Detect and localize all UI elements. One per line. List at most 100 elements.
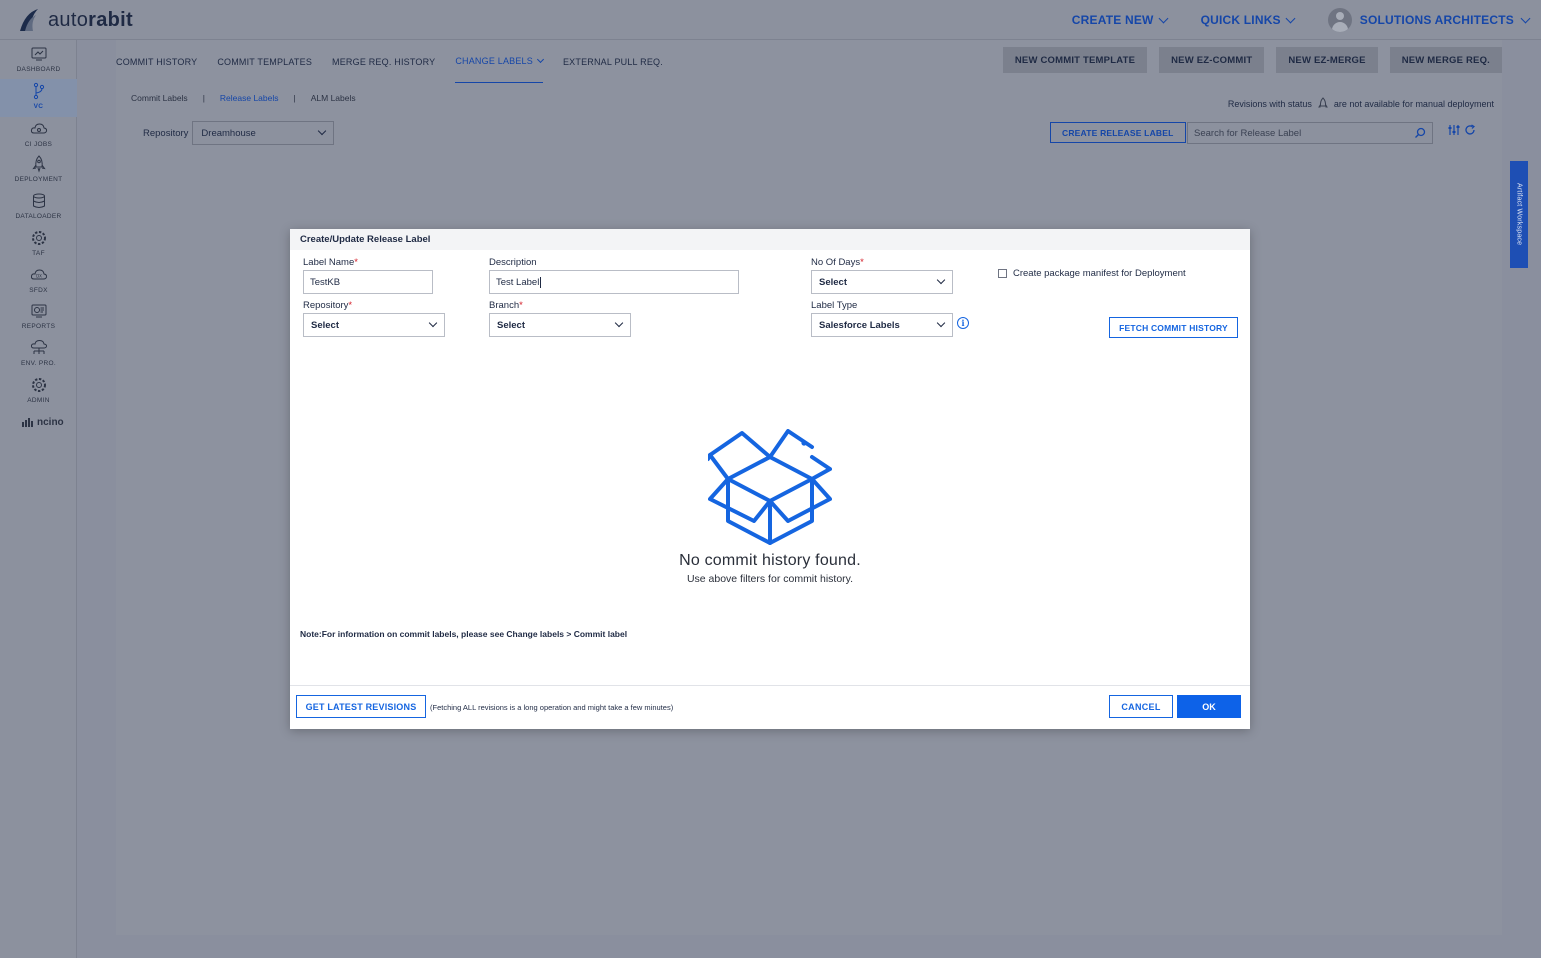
dashboard-icon xyxy=(31,47,46,61)
repository-filter-label: Repository xyxy=(143,127,189,139)
repository-filter: Repository Dreamhouse xyxy=(143,121,335,145)
tab-commit-history[interactable]: COMMIT HISTORY xyxy=(116,40,197,83)
sidebar-item-label: DEPLOYMENT xyxy=(14,176,63,183)
sidebar-item-env-pro[interactable]: ENV. PRO. xyxy=(0,339,77,375)
description-input[interactable]: Test Label xyxy=(489,270,739,294)
create-new-menu[interactable]: CREATE NEW xyxy=(1071,13,1169,27)
no-of-days-select[interactable]: Select xyxy=(811,270,953,294)
cancel-button[interactable]: CANCEL xyxy=(1109,695,1173,718)
sidebar-item-deployment[interactable]: DEPLOYMENT xyxy=(0,155,77,191)
label-name-label: Label Name* xyxy=(303,257,358,268)
chevron-down-icon xyxy=(1285,13,1296,23)
repository-dialog-select[interactable]: Select xyxy=(303,313,445,337)
quick-links-menu[interactable]: QUICK LINKS xyxy=(1201,13,1296,27)
ncino-label: ncino xyxy=(37,417,64,428)
sidebar-item-admin[interactable]: ADMIN xyxy=(0,376,77,412)
sidebar-item-reports[interactable]: REPORTS xyxy=(0,302,77,338)
empty-box-icon xyxy=(708,429,832,545)
fetch-commit-history-button[interactable]: FETCH COMMIT HISTORY xyxy=(1109,317,1238,338)
label-name-input[interactable]: TestKB xyxy=(303,270,433,294)
create-manifest-option[interactable]: Create package manifest for Deployment xyxy=(998,268,1186,279)
subtab-separator: | xyxy=(293,93,296,103)
new-ez-commit-button[interactable]: NEW EZ-COMMIT xyxy=(1159,47,1265,73)
chevron-down-icon xyxy=(536,55,545,63)
artifact-workspace-tab[interactable]: Artifact Workspace xyxy=(1510,161,1528,268)
sidebar-item-label: DATALOADER xyxy=(15,213,62,220)
refresh-icon[interactable] xyxy=(1464,124,1476,136)
subtab-alm-labels[interactable]: ALM Labels xyxy=(311,93,356,103)
autorabit-logo[interactable]: autorabit xyxy=(16,6,133,34)
fetching-note: (Fetching ALL revisions is a long operat… xyxy=(430,703,674,712)
required-mark: * xyxy=(354,257,358,268)
sidebar-item-label: SFDX xyxy=(29,287,48,294)
label-name-value: TestKB xyxy=(310,276,341,288)
get-latest-revisions-button[interactable]: GET LATEST REVISIONS xyxy=(296,695,426,718)
create-manifest-checkbox[interactable] xyxy=(998,269,1007,278)
repository-text: Repository xyxy=(303,300,349,311)
top-bar: autorabit CREATE NEW QUICK LINKS SOLUTIO… xyxy=(0,0,1541,40)
chevron-down-icon xyxy=(1158,13,1169,23)
notice-text-after: are not available for manual deployment xyxy=(1333,99,1494,109)
tab-change-labels[interactable]: CHANGE LABELS xyxy=(455,40,545,83)
subtab-commit-labels[interactable]: Commit Labels xyxy=(131,93,188,103)
tab-label: MERGE REQ. HISTORY xyxy=(332,56,436,67)
sidebar-item-vc[interactable]: VC xyxy=(0,79,77,117)
create-release-label-dialog: Create/Update Release Label Label Name* … xyxy=(290,229,1250,729)
autorabit-logo-icon xyxy=(20,9,38,31)
repository-select[interactable]: Dreamhouse xyxy=(192,121,335,145)
admin-gear-icon xyxy=(31,378,46,392)
dialog-footer: GET LATEST REVISIONS (Fetching ALL revis… xyxy=(290,685,1250,729)
sidebar-item-label: REPORTS xyxy=(21,323,56,330)
new-commit-template-button[interactable]: NEW COMMIT TEMPLATE xyxy=(1002,47,1148,73)
user-menu[interactable]: SOLUTIONS ARCHITECTS xyxy=(1327,8,1531,32)
reports-icon xyxy=(31,304,46,318)
branch-select[interactable]: Select xyxy=(489,313,631,337)
ok-button[interactable]: OK xyxy=(1177,695,1241,718)
empty-state-title: No commit history found. xyxy=(679,552,861,569)
branch-value: Select xyxy=(497,319,525,331)
logo-text: autorabit xyxy=(48,9,133,32)
create-release-label-button[interactable]: CREATE RELEASE LABEL xyxy=(1050,122,1186,143)
tab-label: COMMIT HISTORY xyxy=(116,56,198,67)
gear-icon xyxy=(31,231,46,245)
version-control-icon xyxy=(33,82,44,100)
ncino-link[interactable]: ncino xyxy=(22,417,64,428)
sidebar: DASHBOARD VC CI JOBS DEPLOYMENT DATALOAD… xyxy=(0,40,77,958)
chevron-down-icon xyxy=(614,318,624,328)
sidebar-item-taf[interactable]: TAF xyxy=(0,229,77,265)
label-type-select[interactable]: Salesforce Labels xyxy=(811,313,953,337)
release-label-search[interactable]: Search for Release Label xyxy=(1187,122,1433,144)
label-subtabs: Commit Labels | Release Labels | ALM Lab… xyxy=(131,93,356,103)
sidebar-item-ci-jobs[interactable]: CI JOBS xyxy=(0,120,77,156)
create-new-label: CREATE NEW xyxy=(1071,13,1154,27)
logo-text-light: auto xyxy=(48,8,89,31)
sidebar-item-label: VC xyxy=(33,103,44,110)
info-icon[interactable]: i xyxy=(957,317,969,329)
tab-merge-req-history[interactable]: MERGE REQ. HISTORY xyxy=(332,40,435,83)
sidebar-item-dashboard[interactable]: DASHBOARD xyxy=(0,45,77,81)
new-ez-merge-button[interactable]: NEW EZ-MERGE xyxy=(1276,47,1378,73)
required-mark: * xyxy=(860,257,864,268)
chevron-down-icon xyxy=(1520,13,1531,23)
sidebar-item-label: ENV. PRO. xyxy=(21,360,56,367)
filter-sliders-icon[interactable] xyxy=(1448,124,1460,136)
tab-label: COMMIT TEMPLATES xyxy=(217,56,313,67)
svg-text:DX: DX xyxy=(36,274,42,279)
search-icon[interactable] xyxy=(1414,127,1426,139)
subtab-release-labels[interactable]: Release Labels xyxy=(220,93,279,103)
sidebar-item-sfdx[interactable]: DX SFDX xyxy=(0,266,77,302)
tab-external-pull-req[interactable]: EXTERNAL PULL REQ. xyxy=(563,40,663,83)
text-caret xyxy=(540,276,542,288)
create-manifest-label: Create package manifest for Deployment xyxy=(1013,268,1186,279)
search-placeholder: Search for Release Label xyxy=(1194,127,1302,139)
new-merge-req-button[interactable]: NEW MERGE REQ. xyxy=(1389,47,1502,73)
branch-text: Branch xyxy=(489,300,520,311)
no-of-days-text: No Of Days xyxy=(811,257,861,268)
required-mark: * xyxy=(519,300,523,311)
ncino-bars-icon xyxy=(22,418,33,427)
label-type-label: Label Type xyxy=(811,300,858,311)
no-of-days-value: Select xyxy=(819,276,847,288)
sidebar-item-dataloader[interactable]: DATALOADER xyxy=(0,192,77,228)
tab-commit-templates[interactable]: COMMIT TEMPLATES xyxy=(217,40,312,83)
label-name-text: Label Name xyxy=(303,257,355,268)
